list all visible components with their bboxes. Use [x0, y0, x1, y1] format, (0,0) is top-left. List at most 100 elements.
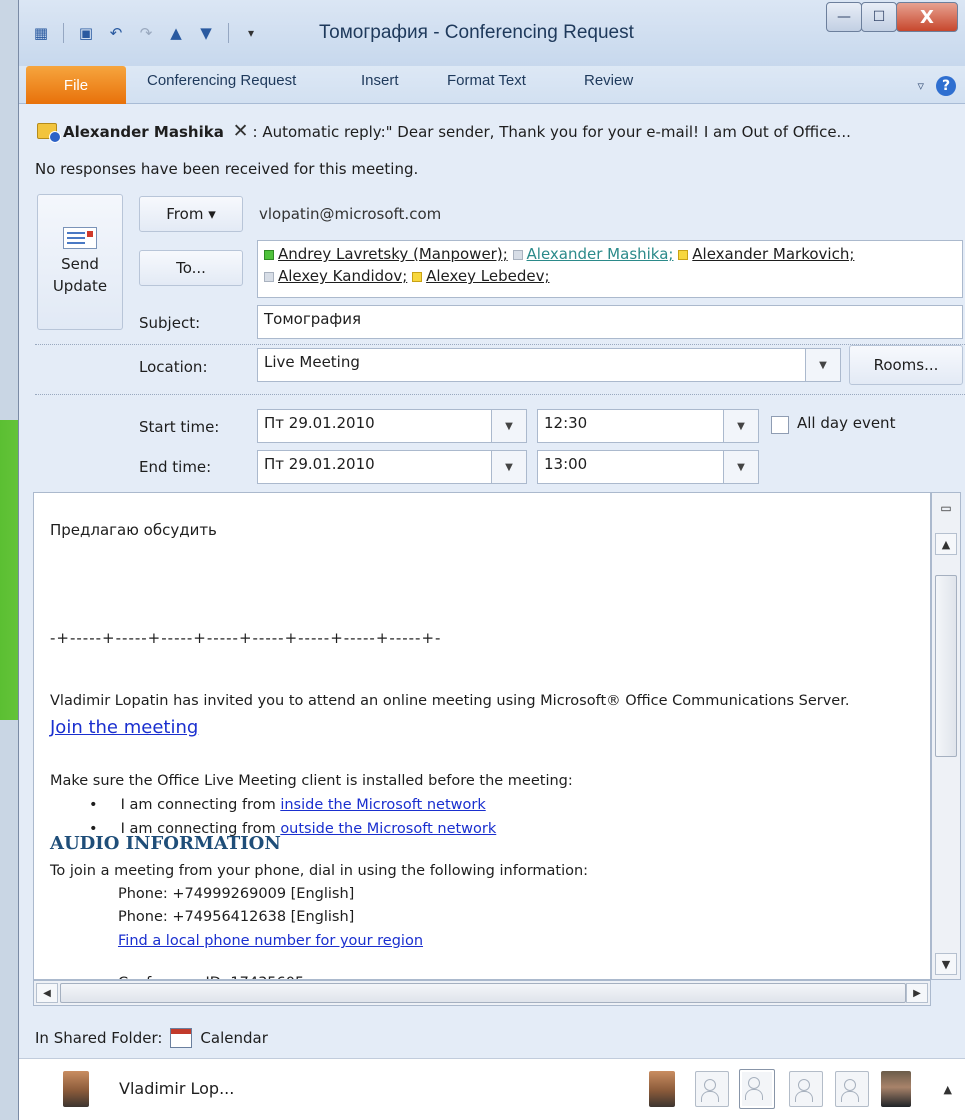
location-label: Location:	[139, 358, 208, 376]
split-icon[interactable]: ▭	[935, 497, 957, 519]
save-icon[interactable]: ▣	[74, 21, 98, 45]
send-update-button[interactable]: Send Update	[37, 194, 123, 330]
recipient[interactable]: Alexander Mashika;	[512, 245, 673, 263]
end-time-dropdown-icon[interactable]: ▼	[723, 450, 759, 484]
body-dial-instructions: To join a meeting from your phone, dial …	[50, 863, 589, 879]
response-status: No responses have been received for this…	[35, 160, 419, 178]
tab-insert[interactable]: Insert	[361, 72, 399, 89]
body-intro: Предлагаю обсудить	[50, 521, 217, 539]
horizontal-scroll-thumb[interactable]	[60, 983, 906, 1003]
outside-network-link[interactable]: outside the Microsoft network	[280, 821, 496, 837]
end-time-input[interactable]: 13:00	[537, 450, 729, 484]
avatar[interactable]	[695, 1071, 729, 1107]
info-text: : Automatic reply:" Dear sender, Thank y…	[252, 123, 851, 141]
next-item-icon[interactable]: ▼	[194, 21, 218, 45]
divider	[35, 394, 965, 395]
body-invite: Vladimir Lopatin has invited you to atte…	[50, 693, 850, 709]
subject-label: Subject:	[139, 314, 201, 332]
start-time-dropdown-icon[interactable]: ▼	[723, 409, 759, 443]
audio-heading: AUDIO INFORMATION	[50, 833, 281, 854]
recipient[interactable]: Andrey Lavretsky (Manpower);	[264, 245, 508, 263]
body-separator: -+-----+-----+-----+-----+-----+-----+--…	[50, 629, 442, 647]
location-dropdown-icon[interactable]: ▼	[805, 348, 841, 382]
tab-review[interactable]: Review	[584, 72, 633, 89]
all-day-label: All day event	[797, 414, 896, 432]
quick-access-toolbar: ▦ ▣ ↶ ↷ ▲ ▼ ▾	[29, 20, 263, 46]
recipient[interactable]: Alexey Kandidov;	[264, 267, 407, 285]
minimize-button[interactable]: —	[826, 2, 862, 32]
previous-item-icon[interactable]: ▲	[164, 21, 188, 45]
scroll-right-icon[interactable]: ▶	[906, 983, 928, 1003]
join-meeting-link[interactable]: Join the meeting	[50, 717, 198, 738]
end-time-label: End time:	[139, 458, 212, 476]
start-date-dropdown-icon[interactable]: ▼	[491, 409, 527, 443]
redo-icon[interactable]: ↷	[134, 21, 158, 45]
window-controls: — ☐ X	[826, 2, 958, 32]
tab-file[interactable]: File	[26, 66, 126, 104]
shared-folder-info: In Shared Folder: Calendar	[35, 1028, 268, 1048]
customize-toolbar-icon[interactable]: ▾	[239, 21, 263, 45]
tab-conferencing-request[interactable]: Conferencing Request	[147, 72, 296, 89]
vertical-scrollbar[interactable]: ▭ ▲ ▼	[931, 492, 961, 980]
help-icon[interactable]: ?	[936, 76, 956, 96]
to-field[interactable]: Andrey Lavretsky (Manpower); Alexander M…	[257, 240, 963, 298]
phone-number: Phone: +74956412638 [English]	[118, 909, 355, 925]
location-input[interactable]: Live Meeting	[257, 348, 835, 382]
people-pane: Vladimir Lop... ▲	[19, 1058, 965, 1120]
send-label-line2: Update	[52, 277, 108, 295]
scroll-up-icon[interactable]: ▲	[935, 533, 957, 555]
rooms-button[interactable]: Rooms...	[849, 345, 963, 385]
meeting-window: ▦ ▣ ↶ ↷ ▲ ▼ ▾ Томография - Conferencing …	[18, 0, 965, 1120]
avatar[interactable]	[881, 1071, 911, 1107]
message-body[interactable]: Предлагаю обсудить -+-----+-----+-----+-…	[33, 492, 931, 980]
avatar[interactable]	[739, 1069, 775, 1109]
people-name[interactable]: Vladimir Lop...	[119, 1079, 234, 1098]
vertical-scroll-thumb[interactable]	[935, 575, 957, 757]
recipient[interactable]: Alexey Lebedev;	[412, 267, 550, 285]
tab-format-text[interactable]: Format Text	[447, 72, 526, 89]
local-number-link[interactable]: Find a local phone number for your regio…	[118, 933, 423, 949]
to-button[interactable]: To...	[139, 250, 243, 286]
info-bar: Alexander Mashika ✕: Automatic reply:" D…	[37, 120, 965, 148]
send-icon	[63, 227, 97, 249]
help-area: ▿ ?	[917, 76, 956, 96]
scroll-down-icon[interactable]: ▼	[935, 953, 957, 975]
presence-icon	[412, 272, 423, 282]
collapse-ribbon-icon[interactable]: ▿	[917, 79, 924, 94]
info-sender: Alexander Mashika	[63, 123, 224, 141]
send-label-line1: Send	[61, 255, 99, 273]
divider	[35, 344, 965, 345]
inside-network-link[interactable]: inside the Microsoft network	[280, 797, 485, 813]
undo-icon[interactable]: ↶	[104, 21, 128, 45]
subject-input[interactable]: Томография	[257, 305, 963, 339]
end-date-dropdown-icon[interactable]: ▼	[491, 450, 527, 484]
avatar[interactable]	[63, 1071, 89, 1107]
auto-reply-icon	[37, 123, 61, 143]
avatar[interactable]	[835, 1071, 869, 1107]
divider	[63, 23, 64, 43]
calendar-icon	[170, 1028, 193, 1048]
horizontal-scrollbar[interactable]: ◀ ▶	[33, 980, 931, 1006]
all-day-checkbox[interactable]	[771, 416, 789, 434]
ribbon-tabs: File Conferencing Request Insert Format …	[19, 66, 965, 104]
presence-icon	[678, 250, 689, 260]
avatar[interactable]	[649, 1071, 675, 1107]
start-date-input[interactable]: Пт 29.01.2010	[257, 409, 509, 443]
close-button[interactable]: X	[896, 2, 958, 32]
folder-name: Calendar	[200, 1029, 268, 1047]
from-button[interactable]: From ▾	[139, 196, 243, 232]
folder-label: In Shared Folder:	[35, 1029, 163, 1047]
list-item: • I am connecting from inside the Micros…	[89, 797, 486, 813]
calendar-app-icon[interactable]: ▦	[29, 21, 53, 45]
end-date-input[interactable]: Пт 29.01.2010	[257, 450, 509, 484]
expand-people-pane-icon[interactable]: ▲	[944, 1083, 952, 1096]
start-time-input[interactable]: 12:30	[537, 409, 729, 443]
presence-icon	[512, 250, 523, 260]
phone-number: Phone: +74999269009 [English]	[118, 886, 355, 902]
start-time-label: Start time:	[139, 418, 220, 436]
avatar[interactable]	[789, 1071, 823, 1107]
dismiss-icon[interactable]: ✕	[233, 120, 249, 142]
maximize-button[interactable]: ☐	[861, 2, 897, 32]
recipient[interactable]: Alexander Markovich;	[678, 245, 854, 263]
scroll-left-icon[interactable]: ◀	[36, 983, 58, 1003]
